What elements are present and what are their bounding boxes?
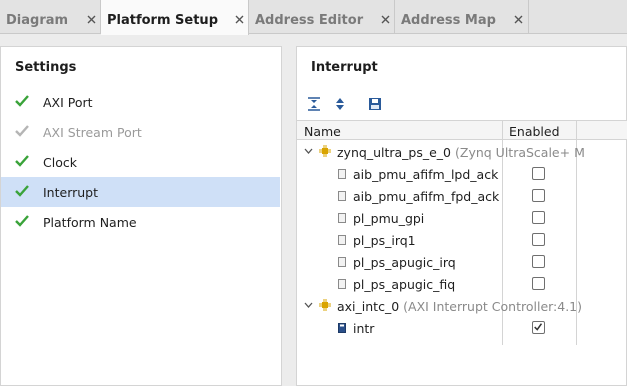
row-name: intr	[353, 321, 375, 336]
enabled-checkbox-checked[interactable]	[532, 321, 545, 334]
settings-item-axi-port[interactable]: AXI Port	[1, 87, 280, 117]
tree-row-port[interactable]: pl_pmu_gpi	[297, 207, 577, 229]
row-name: aib_pmu_afifm_fpd_ack	[353, 189, 500, 204]
tree-row-port[interactable]: pl_ps_apugic_irq	[297, 251, 577, 273]
check-icon	[15, 125, 29, 137]
row-name: pl_ps_apugic_fiq	[353, 277, 456, 292]
tab-address-editor[interactable]: Address Editor	[249, 0, 395, 34]
port-icon	[338, 323, 346, 333]
row-name-text: axi_intc_0	[337, 299, 400, 314]
row-name: pl_pmu_gpi	[353, 211, 425, 226]
row-name: pl_ps_irq1	[353, 233, 416, 248]
column-enabled[interactable]: Enabled	[509, 124, 560, 139]
tab-diagram[interactable]: Diagram	[0, 0, 101, 34]
settings-item-clock[interactable]: Clock	[1, 147, 280, 177]
tree-row-port[interactable]: pl_ps_irq1	[297, 229, 577, 251]
enabled-checkbox[interactable]	[532, 189, 545, 202]
ip-block-icon	[319, 299, 331, 311]
settings-item-label: Interrupt	[43, 185, 99, 200]
row-detail: (Zynq UltraScale+ M	[455, 145, 585, 160]
row-name: axi_intc_0 (AXI Interrupt Controller:4.1…	[337, 299, 582, 314]
port-icon	[338, 279, 346, 289]
close-icon[interactable]	[513, 14, 524, 25]
close-icon[interactable]	[380, 14, 391, 25]
tab-bar: Diagram Platform Setup Address Editor Ad…	[0, 0, 627, 35]
enabled-checkbox[interactable]	[532, 211, 545, 224]
interrupt-title: Interrupt	[311, 60, 378, 75]
row-detail: (AXI Interrupt Controller:4.1)	[403, 299, 583, 314]
row-name-text: zynq_ultra_ps_e_0	[337, 145, 452, 160]
port-icon	[338, 213, 346, 223]
check-icon	[15, 155, 29, 167]
tree-row-port[interactable]: pl_ps_apugic_fiq	[297, 273, 577, 295]
check-icon	[15, 215, 29, 227]
tree-row-port[interactable]: aib_pmu_afifm_fpd_ack	[297, 185, 577, 207]
row-name: pl_ps_apugic_irq	[353, 255, 456, 270]
chevron-down-icon[interactable]	[304, 301, 313, 310]
settings-item-platform-name[interactable]: Platform Name	[1, 207, 280, 237]
settings-item-label: AXI Stream Port	[43, 125, 142, 140]
port-icon	[338, 235, 346, 245]
expand-all-icon[interactable]	[333, 97, 347, 111]
check-icon	[15, 185, 29, 197]
save-icon[interactable]	[368, 97, 382, 111]
settings-item-interrupt[interactable]: Interrupt	[1, 177, 280, 207]
row-name: zynq_ultra_ps_e_0 (Zynq UltraScale+ M	[337, 145, 585, 160]
interrupt-panel: Interrupt Name Enabled zynq_ultra_ps_e_0…	[296, 46, 627, 386]
settings-item-label: AXI Port	[43, 95, 93, 110]
enabled-checkbox[interactable]	[532, 277, 545, 290]
tree-row-axi-intc-0[interactable]: axi_intc_0 (AXI Interrupt Controller:4.1…	[297, 295, 627, 317]
chevron-down-icon[interactable]	[304, 147, 313, 156]
enabled-checkbox[interactable]	[532, 167, 545, 180]
column-name[interactable]: Name	[304, 124, 341, 139]
tab-diagram-label: Diagram	[6, 13, 69, 28]
port-icon	[338, 169, 346, 179]
port-icon	[338, 191, 346, 201]
tab-platform-setup-label: Platform Setup	[107, 13, 218, 28]
settings-item-label: Clock	[43, 155, 77, 170]
tab-address-editor-label: Address Editor	[255, 13, 364, 28]
tab-platform-setup[interactable]: Platform Setup	[101, 0, 249, 35]
check-icon	[15, 95, 29, 107]
ip-block-icon	[319, 145, 331, 157]
enabled-checkbox[interactable]	[532, 255, 545, 268]
settings-item-label: Platform Name	[43, 215, 137, 230]
close-icon[interactable]	[86, 14, 97, 25]
tree-row-port[interactable]: intr	[297, 317, 577, 339]
tab-address-map[interactable]: Address Map	[395, 0, 529, 34]
row-name: aib_pmu_afifm_lpd_ack	[353, 167, 499, 182]
settings-panel: Settings AXI Port AXI Stream Port Clock …	[0, 46, 282, 386]
table-header: Name Enabled	[297, 120, 627, 140]
close-icon[interactable]	[234, 14, 245, 25]
tree-row-zynq-ultra-ps-e-0[interactable]: zynq_ultra_ps_e_0 (Zynq UltraScale+ M	[297, 141, 585, 163]
tab-address-map-label: Address Map	[401, 13, 496, 28]
port-icon	[338, 257, 346, 267]
settings-title: Settings	[15, 60, 77, 75]
check-icon	[534, 323, 543, 331]
settings-item-axi-stream-port[interactable]: AXI Stream Port	[1, 117, 280, 147]
collapse-all-icon[interactable]	[307, 97, 321, 111]
enabled-checkbox[interactable]	[532, 233, 545, 246]
tree-row-port[interactable]: aib_pmu_afifm_lpd_ack	[297, 163, 577, 185]
